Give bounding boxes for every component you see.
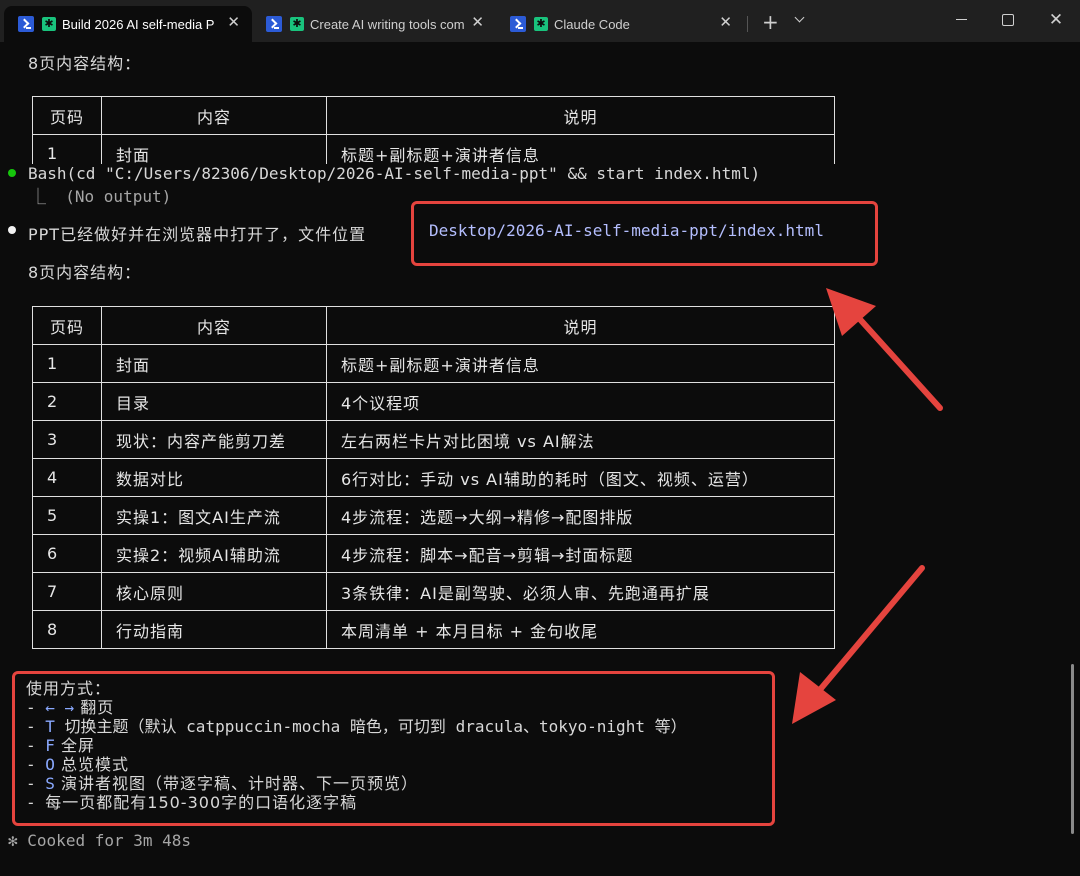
usage-item: - T 切换主题（默认 catppuccin-mocha 暗色，可切到 drac…	[26, 717, 687, 736]
usage-item: - 每一页都配有150-300字的口语化逐字稿	[26, 793, 357, 812]
dash: -	[26, 698, 46, 717]
usage-desc: 演讲者视图（带逐字稿、计时器、下一页预览）	[54, 774, 418, 793]
usage-desc: 翻页	[74, 698, 115, 717]
status-text: Cooked for 3m 48s	[27, 831, 192, 850]
usage-item: - O 总览模式	[26, 755, 129, 774]
dash: -	[26, 793, 46, 812]
spinner-icon: ✻	[8, 831, 18, 850]
key-s: S	[45, 774, 55, 793]
usage-desc: 切换主题（默认 catppuccin-mocha 暗色，可切到 dracula、…	[54, 717, 687, 736]
arrow-to-path	[826, 288, 943, 411]
usage-item: - ← → 翻页	[26, 698, 114, 717]
arrow-keys: ← →	[45, 698, 75, 717]
usage-desc: 总览模式	[54, 755, 129, 774]
usage-item: - S 演讲者视图（带逐字稿、计时器、下一页预览）	[26, 774, 418, 793]
usage-title: 使用方式：	[26, 679, 112, 698]
usage-desc: 全屏	[54, 736, 95, 755]
usage-item: - F 全屏	[26, 736, 95, 755]
arrow-to-usage	[792, 565, 925, 724]
key-t: T	[45, 717, 55, 736]
key-o: O	[45, 755, 55, 774]
usage-desc: 每一页都配有150-300字的口语化逐字稿	[45, 793, 358, 812]
scrollbar[interactable]	[1071, 664, 1074, 834]
key-f: F	[45, 736, 55, 755]
dash: -	[26, 736, 46, 755]
dash: -	[26, 774, 46, 793]
dash: -	[26, 755, 46, 774]
status-line: ✻ Cooked for 3m 48s	[8, 831, 191, 850]
dash: -	[26, 717, 46, 736]
